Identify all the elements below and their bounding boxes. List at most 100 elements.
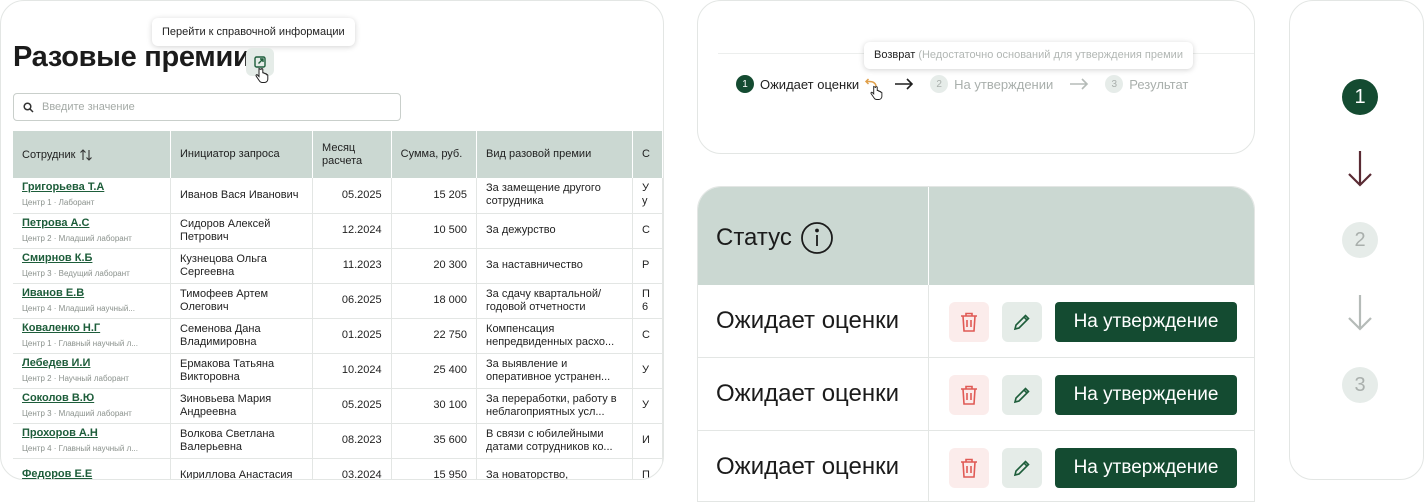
status-text: Ожидает оценки	[716, 453, 900, 480]
month-cell: 12.2024	[312, 213, 392, 249]
extra-cell: С	[632, 318, 663, 354]
employee-position: Центр 2 · Научный лаборант	[22, 373, 129, 383]
column-header-initiator: Инициатор запроса	[170, 131, 314, 178]
arrow-right-icon	[1069, 78, 1089, 90]
table-row[interactable]: Петрова А.С Центр 2 · Младший лаборант С…	[13, 213, 663, 249]
table-row[interactable]: Прохоров А.Н Центр 4 · Главный научный л…	[13, 423, 663, 459]
trash-icon	[961, 312, 977, 332]
employee-link[interactable]: Федоров Е.Е	[22, 468, 161, 479]
sum-cell: 15 950	[391, 458, 478, 479]
edit-button[interactable]	[1002, 448, 1042, 488]
table-row[interactable]: Лебедев И.И Центр 2 · Научный лаборант Е…	[13, 353, 663, 389]
month-cell: 11.2023	[312, 248, 392, 284]
month-cell: 08.2023	[312, 423, 392, 459]
pencil-icon	[1013, 314, 1030, 331]
horizontal-stepper: 1 Ожидает оценки 2 На утверждении 3 Резу…	[736, 75, 1188, 93]
employee-position: Центр 3 · Ведущий лаборант	[22, 268, 130, 278]
extra-cell: У у	[632, 178, 663, 214]
bonus-type-cell: Компенсация непредвиденных расхо...	[476, 318, 634, 354]
status-row: Ожидает оценки На утверждение	[698, 431, 1254, 501]
status-row: Ожидает оценки На утверждение	[698, 358, 1254, 431]
step-2-number: 2	[930, 75, 949, 93]
step-1-number: 1	[736, 75, 754, 93]
return-tooltip-title: Возврат	[874, 49, 916, 61]
delete-button[interactable]	[949, 375, 989, 415]
month-cell: 10.2024	[312, 353, 392, 389]
table-row[interactable]: Соколов В.Ю Центр 3 · Младший лаборант З…	[13, 388, 663, 424]
month-cell: 01.2025	[312, 318, 392, 354]
step-1-label: Ожидает оценки	[760, 76, 860, 92]
divider	[928, 358, 929, 430]
table-row[interactable]: Григорьева Т.А Центр 1 · Лаборант Иванов…	[13, 178, 663, 214]
sum-cell: 10 500	[391, 213, 478, 249]
employee-link[interactable]: Коваленко Н.Г	[22, 322, 161, 335]
month-cell: 03.2024	[312, 458, 392, 479]
info-icon[interactable]	[800, 221, 834, 255]
month-cell: 05.2025	[312, 178, 392, 214]
employee-cell: Петрова А.С Центр 2 · Младший лаборант	[13, 213, 172, 249]
trash-icon	[961, 458, 977, 478]
sum-cell: 18 000	[391, 283, 478, 319]
hand-cursor-icon	[255, 67, 269, 83]
sort-icon[interactable]	[79, 148, 93, 162]
employee-cell: Иванов Е.В Центр 4 · Младший научный...	[13, 283, 172, 319]
bonus-type-cell: За выявление и оперативное устранен...	[476, 353, 634, 389]
month-cell: 05.2025	[312, 388, 392, 424]
bonus-type-cell: За замещение другого сотрудника	[476, 178, 634, 214]
arrow-right-icon	[894, 78, 914, 90]
sum-cell: 22 750	[391, 318, 478, 354]
hand-cursor-icon	[870, 85, 883, 100]
search-icon	[23, 101, 34, 113]
column-header-sum: Сумма, руб.	[391, 131, 478, 178]
employee-link[interactable]: Лебедев И.И	[22, 357, 161, 370]
divider	[928, 431, 929, 501]
extra-cell: У	[632, 388, 663, 424]
pencil-icon	[1013, 387, 1030, 404]
vertical-step-3: 3	[1342, 367, 1378, 403]
arrow-down-icon	[1348, 151, 1372, 187]
extra-cell: Р	[632, 248, 663, 284]
delete-button[interactable]	[949, 302, 989, 342]
initiator-cell: Волкова Светлана Валерьевна	[170, 423, 314, 459]
bonus-list-panel: Перейти к справочной информации Разовые …	[0, 0, 664, 480]
bonus-type-cell: В связи с юбилейными датами сотрудников …	[476, 423, 634, 459]
bonus-type-cell: За дежурство	[476, 213, 634, 249]
initiator-cell: Зиновьева Мария Андреевна	[170, 388, 314, 424]
initiator-cell: Тимофеев Артем Олегович	[170, 283, 314, 319]
employee-link[interactable]: Петрова А.С	[22, 217, 161, 230]
edit-button[interactable]	[1002, 302, 1042, 342]
arrow-down-icon	[1348, 295, 1372, 331]
sum-cell: 15 205	[391, 178, 478, 214]
table-row[interactable]: Смирнов К.Б Центр 3 · Ведущий лаборант К…	[13, 248, 663, 284]
status-header: Статус	[698, 187, 1254, 285]
employee-cell: Лебедев И.И Центр 2 · Научный лаборант	[13, 353, 172, 389]
page-title: Разовые премии	[13, 41, 251, 73]
table-row[interactable]: Коваленко Н.Г Центр 1 · Главный научный …	[13, 318, 663, 354]
bonus-type-cell: За переработки, работу в неблагоприятных…	[476, 388, 634, 424]
search-input[interactable]: Введите значение	[13, 93, 401, 121]
send-for-approval-button[interactable]: На утверждение	[1055, 375, 1237, 415]
employee-link[interactable]: Иванов Е.В	[22, 287, 161, 300]
bonus-type-cell: За сдачу квартальной/годовой отчетности	[476, 283, 634, 319]
employee-link[interactable]: Прохоров А.Н	[22, 427, 161, 440]
status-title: Статус	[716, 221, 834, 255]
extra-cell: П	[632, 458, 663, 479]
send-for-approval-button[interactable]: На утверждение	[1055, 448, 1237, 488]
employee-position: Центр 1 · Лаборант	[22, 198, 95, 208]
status-text: Ожидает оценки	[716, 380, 900, 407]
send-for-approval-button[interactable]: На утверждение	[1055, 302, 1237, 342]
step-3-number: 3	[1105, 75, 1124, 93]
search-placeholder: Введите значение	[42, 101, 135, 113]
vertical-step-2: 2	[1342, 222, 1378, 258]
employee-link[interactable]: Григорьева Т.А	[22, 181, 161, 194]
employee-position: Центр 4 · Младший научный...	[22, 303, 135, 313]
employee-position: Центр 4 · Главный научный л...	[22, 443, 138, 453]
edit-button[interactable]	[1002, 375, 1042, 415]
employee-link[interactable]: Соколов В.Ю	[22, 392, 161, 405]
delete-button[interactable]	[949, 448, 989, 488]
table-row[interactable]: Федоров Е.Е Кириллова Анастасия 03.2024 …	[13, 458, 663, 479]
table-row[interactable]: Иванов Е.В Центр 4 · Младший научный... …	[13, 283, 663, 319]
employee-link[interactable]: Смирнов К.Б	[22, 252, 161, 265]
sum-cell: 25 400	[391, 353, 478, 389]
column-header-employee[interactable]: Сотрудник	[13, 131, 172, 178]
